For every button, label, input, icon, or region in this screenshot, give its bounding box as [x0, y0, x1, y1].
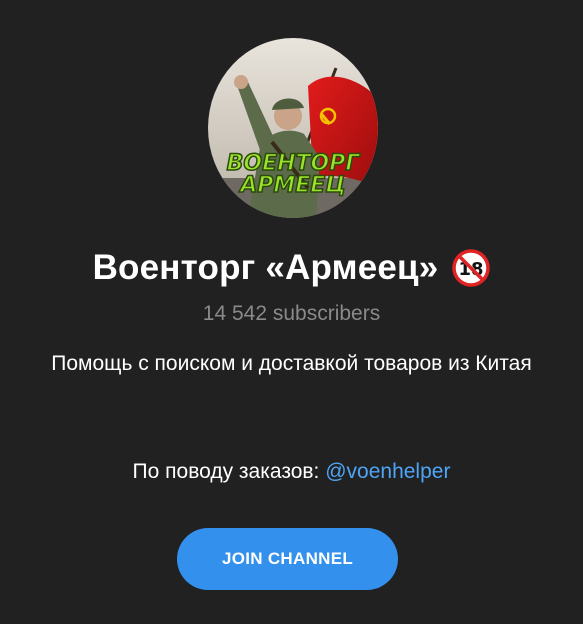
join-channel-button[interactable]: JOIN CHANNEL	[177, 528, 398, 590]
title-row: Военторг «Армеец» 18	[0, 244, 583, 292]
orders-contact: По поводу заказов: @voenhelper	[0, 460, 583, 484]
channel-avatar: ВОЕНТОРГ АРМЕЕЦ	[208, 38, 378, 218]
channel-description: Помощь с поиском и доставкой товаров из …	[51, 352, 532, 375]
channel-preview: ВОЕНТОРГ АРМЕЕЦ Военторг «Армеец» 18 14 …	[0, 0, 583, 624]
orders-contact-link[interactable]: @voenhelper	[325, 460, 450, 483]
subscriber-count: 14 542 subscribers	[202, 302, 381, 325]
channel-title: Военторг «Армеец»	[92, 248, 439, 287]
avatar-logo-line2: АРМЕЕЦ	[238, 173, 346, 198]
orders-prefix: По поводу заказов:	[132, 460, 326, 483]
age-restriction-icon: 18	[452, 249, 491, 287]
